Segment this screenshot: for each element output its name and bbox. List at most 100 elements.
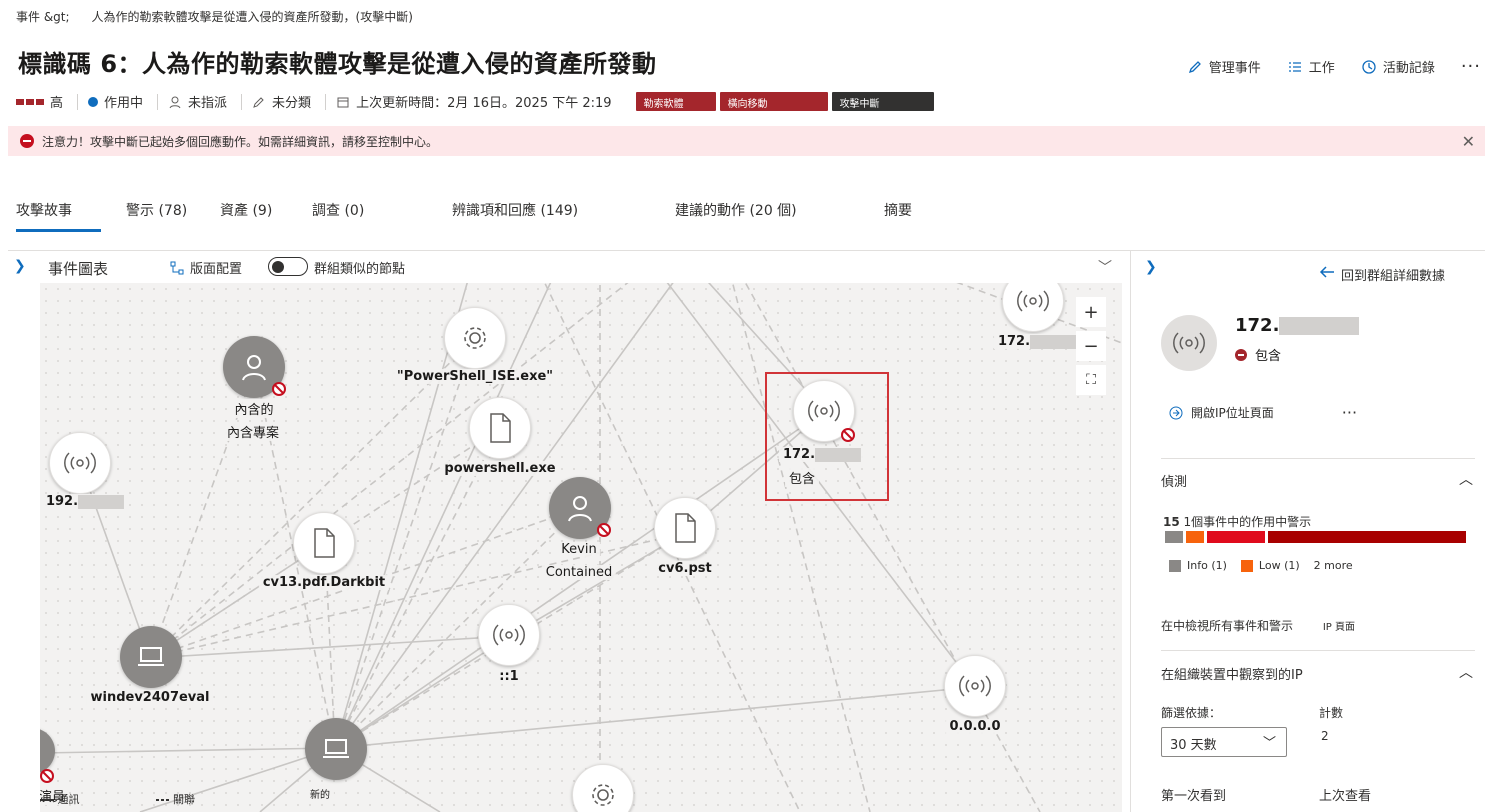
arrow-circle-right-icon bbox=[1169, 406, 1183, 419]
classification[interactable]: 未分類 bbox=[252, 93, 327, 111]
close-icon[interactable]: ✕ bbox=[1462, 132, 1475, 151]
network-broadcast-icon bbox=[1173, 332, 1205, 354]
alert-severity-bar bbox=[1165, 531, 1469, 543]
incident-graph-canvas[interactable]: 172. 內含的 內含專案 "PowerShell_ISE.exe" power… bbox=[40, 283, 1122, 812]
zoom-out-button[interactable]: − bbox=[1076, 331, 1106, 361]
ip-page-link[interactable]: IP 頁面 bbox=[1323, 622, 1355, 633]
assigned-label: 未指派 bbox=[188, 96, 228, 111]
process-node-ps-ise-label: "PowerShell_ISE.exe" bbox=[392, 369, 558, 384]
ip-node-localhost-label: ::1 bbox=[495, 669, 523, 684]
user-node-kevin-label-1: Kevin bbox=[557, 542, 601, 557]
selection-highlight bbox=[765, 372, 889, 501]
tab-evidence-response[interactable]: 辨識項和回應 (149) bbox=[452, 200, 578, 220]
activity-log-button[interactable]: 活動記錄 bbox=[1361, 57, 1435, 76]
device-node-windev-label: windev2407eval bbox=[86, 690, 214, 705]
chevron-right-icon[interactable]: ❯ bbox=[1145, 259, 1157, 275]
layout-button[interactable]: 版面配置 bbox=[170, 258, 242, 277]
chevron-down-icon[interactable]: ﹀ bbox=[1098, 257, 1112, 277]
bar-high bbox=[1268, 531, 1466, 543]
task-list-icon bbox=[1288, 61, 1301, 72]
chevron-up-icon[interactable]: ︿ bbox=[1459, 662, 1473, 682]
file-icon bbox=[675, 513, 696, 543]
page-title: 標識碼 6：人為作的勒索軟體攻擊是從遭入侵的資產所發動 bbox=[18, 50, 657, 78]
count-value: 2 bbox=[1321, 729, 1329, 743]
open-ip-label: 開啟IP位址頁面 bbox=[1191, 406, 1274, 420]
bar-info bbox=[1165, 531, 1183, 543]
device-node-new[interactable] bbox=[305, 718, 367, 780]
network-broadcast-icon bbox=[493, 624, 525, 646]
gear-icon bbox=[592, 784, 614, 806]
network-broadcast-icon bbox=[1017, 290, 1049, 312]
tab-attack-story[interactable]: 攻擊故事 bbox=[16, 200, 72, 220]
active-tab-indicator bbox=[16, 229, 101, 232]
dashed-line-icon bbox=[155, 799, 170, 801]
contained-badge-icon bbox=[40, 769, 54, 783]
severity-label: 高 bbox=[50, 96, 64, 111]
tag-lateral-movement: 橫向移動 bbox=[719, 92, 828, 111]
history-icon bbox=[1362, 59, 1376, 74]
ip-node-localhost[interactable] bbox=[478, 604, 540, 666]
open-ip-page-button[interactable]: 開啟IP位址頁面 ··· bbox=[1169, 403, 1357, 422]
panel-more-button[interactable]: ··· bbox=[1342, 403, 1357, 422]
file-node-cv13[interactable] bbox=[293, 512, 355, 574]
tab-summary[interactable]: 摘要 bbox=[884, 200, 912, 220]
more-actions-button[interactable]: ··· bbox=[1461, 56, 1481, 77]
user-node-kevin-label-2: Contained bbox=[541, 565, 617, 580]
laptop-icon bbox=[323, 739, 349, 758]
classification-label: 未分類 bbox=[272, 96, 312, 111]
network-broadcast-icon bbox=[64, 452, 96, 474]
observed-title: 在組織裝置中觀察到的IP bbox=[1161, 668, 1303, 683]
status-dot-icon bbox=[88, 96, 99, 107]
graph-toolbar: ❯ 事件圖表 版面配置 群組類似的節點 ﹀ bbox=[8, 251, 1130, 283]
legend-more[interactable]: 2 more bbox=[1314, 559, 1353, 572]
process-node-ps-ise[interactable] bbox=[444, 307, 506, 369]
legend-comm-label: 通訊 bbox=[57, 793, 80, 806]
file-node-powershell[interactable] bbox=[469, 397, 531, 459]
breadcrumb-root[interactable]: 事件 &gt; bbox=[16, 8, 70, 25]
tab-recommended-actions[interactable]: 建議的動作 (20 個) bbox=[675, 200, 797, 220]
laptop-icon bbox=[138, 647, 164, 666]
legend-low: Low (1) bbox=[1240, 559, 1300, 572]
back-to-group-link[interactable]: 回到群組詳細數據 bbox=[1319, 265, 1445, 284]
tab-alerts[interactable]: 警示 (78) bbox=[126, 200, 187, 220]
status[interactable]: 作用中 bbox=[88, 93, 159, 111]
first-seen-label: 第一次看到 bbox=[1161, 789, 1227, 804]
chevron-right-icon[interactable]: ❯ bbox=[14, 258, 26, 274]
ip-node-left[interactable] bbox=[49, 432, 111, 494]
person-icon bbox=[242, 355, 266, 381]
assigned-to[interactable]: 未指派 bbox=[168, 93, 243, 111]
alert-summary-text: 1個事件中的作用中警示 bbox=[1183, 515, 1312, 529]
banner-text: 注意力！攻擊中斷已起始多個回應動作。如需詳細資訊，請移至控制中心。 bbox=[42, 134, 439, 149]
last-updated: 上次更新時間：2月 16日。2025 下午 2:19 bbox=[336, 94, 626, 111]
fit-to-screen-button[interactable]: ⛶ bbox=[1076, 365, 1106, 395]
legend-association: 關聯 bbox=[155, 791, 195, 807]
panel-ip-address: 172. bbox=[1235, 315, 1360, 336]
device-node-windev[interactable] bbox=[120, 626, 182, 688]
file-node-powershell-label: powershell.exe bbox=[440, 461, 560, 476]
layout-label: 版面配置 bbox=[190, 262, 243, 277]
last-seen-label: 上次查看 bbox=[1319, 789, 1372, 804]
device-node-new-label: 新的 bbox=[306, 786, 334, 801]
pencil-icon bbox=[253, 96, 264, 108]
file-node-cv13-label: cv13.pdf.Darkbit bbox=[258, 575, 390, 590]
incident-meta: 高 作用中 未指派 未分類 上次更新時間：2月 16日。2025 下午 2:19… bbox=[16, 92, 938, 111]
ip-node-any[interactable] bbox=[944, 655, 1006, 717]
file-node-cv6[interactable] bbox=[654, 497, 716, 559]
activity-log-label: 活動記錄 bbox=[1382, 61, 1435, 76]
contained-badge-icon bbox=[597, 523, 611, 537]
pencil-icon bbox=[1188, 60, 1201, 73]
group-similar-toggle[interactable] bbox=[268, 257, 308, 276]
zoom-in-button[interactable]: + bbox=[1076, 297, 1106, 327]
error-icon bbox=[20, 134, 34, 148]
breadcrumb: 事件 &gt; 人為作的勒索軟體攻擊是從遭入侵的資產所發動，(攻擊中斷) bbox=[16, 8, 413, 25]
bar-low bbox=[1186, 531, 1204, 543]
tasks-label: 工作 bbox=[1308, 61, 1335, 76]
calendar-icon bbox=[337, 97, 349, 107]
chevron-up-icon[interactable]: ︿ bbox=[1459, 469, 1473, 489]
manage-incident-button[interactable]: 管理事件 bbox=[1187, 57, 1261, 76]
tab-assets[interactable]: 資產 (9) bbox=[220, 200, 272, 220]
time-range-select[interactable]: 30 天數 ﹀ bbox=[1161, 727, 1287, 757]
tab-investigations[interactable]: 調查 (0) bbox=[312, 200, 364, 220]
gear-icon bbox=[464, 327, 486, 349]
tasks-button[interactable]: 工作 bbox=[1287, 57, 1335, 76]
